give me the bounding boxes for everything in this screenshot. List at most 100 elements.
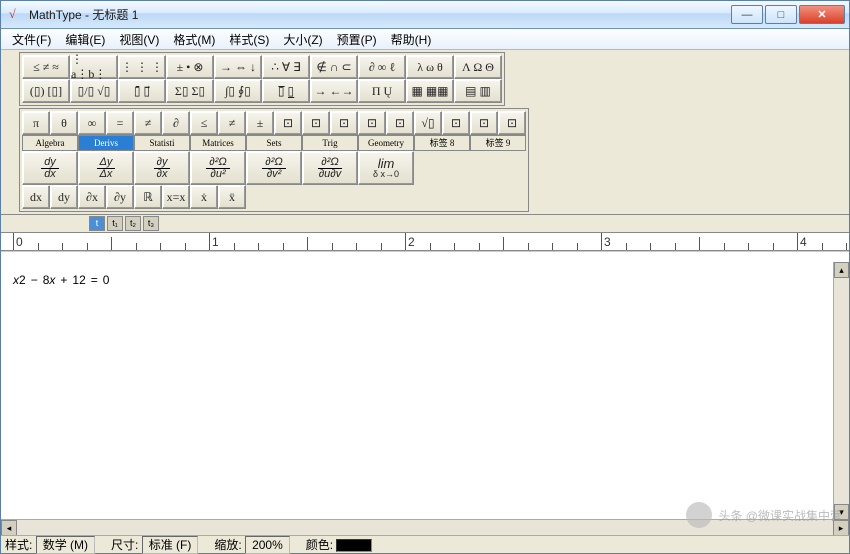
palette-tabs: AlgebraDerivsStatistiMatricesSetsTrigGeo… — [22, 135, 526, 151]
maximize-button[interactable]: □ — [765, 5, 797, 24]
palette-cell[interactable]: ≤ — [190, 111, 218, 135]
menu-item-3[interactable]: 格式(M) — [166, 28, 222, 51]
palette-row-3: πθ∞=≠∂≤≠±⊡⊡⊡⊡⊡√▯⊡⊡⊡ — [22, 111, 526, 135]
palette-cell[interactable]: ▯/▯ √▯ — [70, 79, 118, 103]
palette-cell[interactable]: ⊡ — [274, 111, 302, 135]
color-swatch[interactable] — [336, 539, 372, 552]
palette-cell[interactable]: ∉ ∩ ⊂ — [310, 55, 358, 79]
palette-cell[interactable]: ∂x — [78, 185, 106, 209]
palette-tab[interactable]: 标签 8 — [414, 135, 470, 151]
menu-item-2[interactable]: 视图(V) — [112, 28, 166, 51]
palette-row-2: (▯) [▯]▯/▯ √▯▯̄ ▯⃗Σ▯ Σ▯∫▯ ∮▯▯̅ ▯̲→ ←→Π Ų… — [22, 79, 502, 103]
palette-cell[interactable]: ẋ — [190, 185, 218, 209]
status-style: 样式: 数学 (M) — [5, 536, 95, 553]
palette-cell[interactable]: ⊡ — [330, 111, 358, 135]
menu-item-0[interactable]: 文件(F) — [5, 28, 58, 51]
palette-cell[interactable]: Π Ų — [358, 79, 406, 103]
palette-fraction-cell[interactable]: ∂²Ω∂u∂v — [302, 151, 358, 185]
palette-tab[interactable]: Statisti — [134, 135, 190, 151]
palette-fraction-cell[interactable]: ∂²Ω∂v² — [246, 151, 302, 185]
horizontal-ruler[interactable]: 01234 — [1, 233, 849, 251]
titlebar[interactable]: √ MathType - 无标题 1 — □ ✕ — [1, 1, 849, 29]
palette-cell[interactable]: dy — [50, 185, 78, 209]
palette-cell[interactable]: ⊡ — [386, 111, 414, 135]
avatar-icon — [686, 502, 712, 528]
palette-cell[interactable]: ± • ⊗ — [166, 55, 214, 79]
size-button[interactable]: t₂ — [125, 216, 141, 231]
close-button[interactable]: ✕ — [799, 5, 845, 24]
palette-fraction-cell[interactable]: limδ x→0 — [358, 151, 414, 185]
menu-item-1[interactable]: 编辑(E) — [58, 28, 112, 51]
menu-item-6[interactable]: 预置(P) — [330, 28, 384, 51]
palette-cell[interactable]: ⊡ — [498, 111, 526, 135]
window-title: MathType - 无标题 1 — [29, 6, 729, 23]
palette-tab[interactable]: Sets — [246, 135, 302, 151]
palette-cell[interactable]: (▯) [▯] — [22, 79, 70, 103]
menu-item-7[interactable]: 帮助(H) — [384, 28, 439, 51]
palette-cell[interactable]: ▯̅ ▯̲ — [262, 79, 310, 103]
vertical-scrollbar[interactable]: ▴ ▾ — [833, 262, 849, 520]
palette-cell[interactable]: ± — [246, 111, 274, 135]
palette-tab[interactable]: Matrices — [190, 135, 246, 151]
scroll-up-button[interactable]: ▴ — [834, 262, 849, 278]
palette-row-4: dydxΔyΔx∂y∂x∂²Ω∂u²∂²Ω∂v²∂²Ω∂u∂vlimδ x→0 — [22, 151, 526, 185]
palette-cell[interactable]: ∂ ∞ ℓ — [358, 55, 406, 79]
palette-cell[interactable]: Σ▯ Σ▯ — [166, 79, 214, 103]
palette-tab[interactable]: Derivs — [78, 135, 134, 151]
palette-cell[interactable]: ⊡ — [302, 111, 330, 135]
palette-cell[interactable]: dx — [22, 185, 50, 209]
size-button[interactable]: t₃ — [143, 216, 159, 231]
palette-cell[interactable]: λ ω θ — [406, 55, 454, 79]
scroll-left-button[interactable]: ◂ — [1, 520, 17, 536]
palette-cell[interactable]: = — [106, 111, 134, 135]
palette-row-5: dxdy∂x∂yℝx=xẋẍ — [22, 185, 526, 209]
minimize-button[interactable]: — — [731, 5, 763, 24]
palette-tab[interactable]: 标签 9 — [470, 135, 526, 151]
menubar: 文件(F)编辑(E)视图(V)格式(M)样式(S)大小(Z)预置(P)帮助(H) — [1, 29, 849, 50]
size-button[interactable]: t₁ — [107, 216, 123, 231]
palette-fraction-cell[interactable]: ∂y∂x — [134, 151, 190, 185]
palette-cell[interactable]: ≠ — [218, 111, 246, 135]
palette-cell[interactable]: x=x — [162, 185, 190, 209]
palette-tab[interactable]: Trig — [302, 135, 358, 151]
palette-cell[interactable]: → ←→ — [310, 79, 358, 103]
palette-cell[interactable]: → ⇔ ↓ — [214, 55, 262, 79]
app-logo: √ — [9, 7, 25, 23]
palette-cell[interactable]: ≤ ≠ ≈ — [22, 55, 70, 79]
palette-cell[interactable]: ℝ — [134, 185, 162, 209]
palette-fraction-cell[interactable]: ΔyΔx — [78, 151, 134, 185]
palette-cell[interactable]: ∂ — [162, 111, 190, 135]
palette-cell[interactable]: ∴ ∀ ∃ — [262, 55, 310, 79]
palette-cell[interactable]: Λ Ω Θ — [454, 55, 502, 79]
palette-cell[interactable]: π — [22, 111, 50, 135]
palette-cell[interactable]: ▦ ▦▦ — [406, 79, 454, 103]
palette-cell[interactable]: ∞ — [78, 111, 106, 135]
palette-cell[interactable]: ⊡ — [470, 111, 498, 135]
palette-cell[interactable]: ∫▯ ∮▯ — [214, 79, 262, 103]
palette-cell[interactable]: ⋮ ⋮ ⋮ — [118, 55, 166, 79]
menu-item-5[interactable]: 大小(Z) — [276, 28, 329, 51]
scroll-track[interactable] — [834, 278, 849, 504]
palette-cell[interactable]: ▤ ▥ — [454, 79, 502, 103]
menu-item-4[interactable]: 样式(S) — [222, 28, 276, 51]
palette-tab[interactable]: Algebra — [22, 135, 78, 151]
palette-fraction-cell[interactable]: dydx — [22, 151, 78, 185]
symbol-palette-area: ≤ ≠ ≈⋮ a⋮b⋮⋮ ⋮ ⋮± • ⊗→ ⇔ ↓∴ ∀ ∃∉ ∩ ⊂∂ ∞ … — [1, 50, 849, 215]
equation-text[interactable]: x2−8x+12=0 — [13, 260, 109, 292]
palette-cell[interactable]: ⋮ a⋮b⋮ — [70, 55, 118, 79]
palette-fraction-cell[interactable]: ∂²Ω∂u² — [190, 151, 246, 185]
palette-cell[interactable]: ⊡ — [358, 111, 386, 135]
size-button[interactable]: t — [89, 216, 105, 231]
palette-cell[interactable]: ⊡ — [442, 111, 470, 135]
palette-cell[interactable]: θ — [50, 111, 78, 135]
status-bar: 样式: 数学 (M) 尺寸: 标准 (F) 缩放: 200% 颜色: — [1, 535, 849, 553]
palette-tab[interactable]: Geometry — [358, 135, 414, 151]
palette-cell[interactable]: ẍ — [218, 185, 246, 209]
equation-editor[interactable]: x2−8x+12=0 — [1, 251, 849, 519]
status-zoom: 缩放: 200% — [214, 536, 289, 553]
status-color: 颜色: — [306, 536, 373, 553]
palette-cell[interactable]: ▯̄ ▯⃗ — [118, 79, 166, 103]
palette-cell[interactable]: √▯ — [414, 111, 442, 135]
palette-cell[interactable]: ≠ — [134, 111, 162, 135]
palette-cell[interactable]: ∂y — [106, 185, 134, 209]
